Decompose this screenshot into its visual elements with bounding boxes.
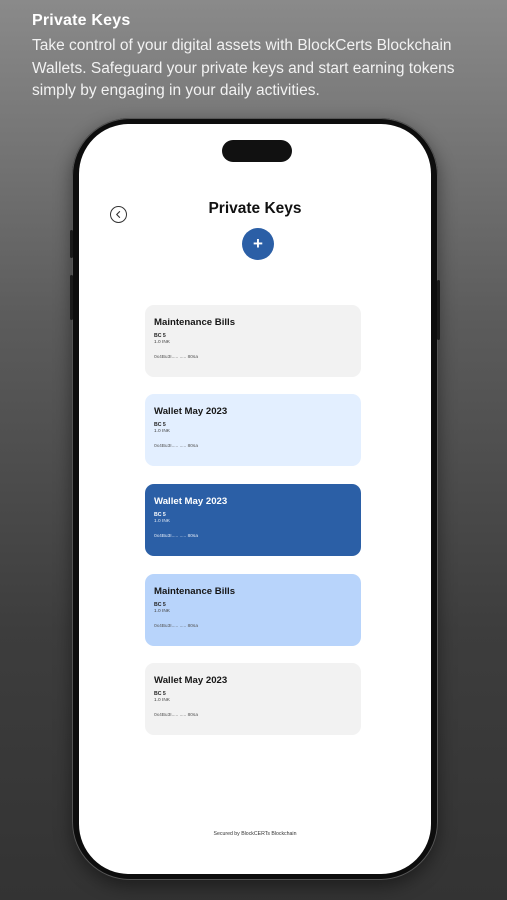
wallet-name: Maintenance Bills: [154, 317, 236, 328]
dynamic-island: [222, 140, 292, 162]
wallet-currency: BC 5: [154, 422, 166, 428]
wallet-address: 0x4Bu3I..... ..... 80sa: [154, 444, 198, 449]
phone-side-button: [70, 230, 73, 258]
wallet-card[interactable]: Wallet May 2023 BC 5 1.0 INK 0x4Bu3I....…: [145, 663, 361, 735]
wallet-address: 0x4Bu3I..... ..... 80sa: [154, 534, 198, 539]
app-screen: Private Keys + Maintenance Bills BC 5 1.…: [79, 124, 431, 874]
add-key-button[interactable]: +: [242, 228, 274, 260]
wallet-card[interactable]: Wallet May 2023 BC 5 1.0 INK 0x4Bu3I....…: [145, 394, 361, 466]
wallet-address: 0x4Bu3I..... ..... 80sa: [154, 713, 198, 718]
footer-note: Secured by BlockCERTs Blockchain: [213, 831, 297, 837]
phone-side-button: [70, 275, 73, 320]
wallet-currency: BC 5: [154, 602, 166, 608]
wallet-address: 0x4Bu3I..... ..... 80sa: [154, 355, 198, 360]
wallet-balance: 1.0 INK: [154, 340, 170, 345]
phone-side-button: [437, 280, 440, 340]
promo-title: Private Keys: [32, 12, 131, 29]
wallet-currency: BC 5: [154, 512, 166, 518]
wallet-balance: 1.0 INK: [154, 698, 170, 703]
wallet-card[interactable]: Maintenance Bills BC 5 1.0 INK 0x4Bu3I..…: [145, 305, 361, 377]
wallet-currency: BC 5: [154, 333, 166, 339]
wallet-name: Maintenance Bills: [154, 586, 236, 597]
wallet-name: Wallet May 2023: [154, 675, 228, 686]
wallet-address: 0x4Bu3I..... ..... 80sa: [154, 624, 198, 629]
wallet-balance: 1.0 INK: [154, 519, 170, 524]
wallet-card[interactable]: Wallet May 2023 BC 5 1.0 INK 0x4Bu3I....…: [145, 484, 361, 556]
wallet-card[interactable]: Maintenance Bills BC 5 1.0 INK 0x4Bu3I..…: [145, 574, 361, 646]
wallet-balance: 1.0 INK: [154, 429, 170, 434]
wallet-currency: BC 5: [154, 691, 166, 697]
promo-description: Take control of your digital assets with…: [32, 37, 455, 99]
wallet-balance: 1.0 INK: [154, 609, 170, 614]
wallet-name: Wallet May 2023: [154, 496, 228, 507]
page-title: Private Keys: [208, 200, 302, 217]
wallet-name: Wallet May 2023: [154, 406, 228, 417]
